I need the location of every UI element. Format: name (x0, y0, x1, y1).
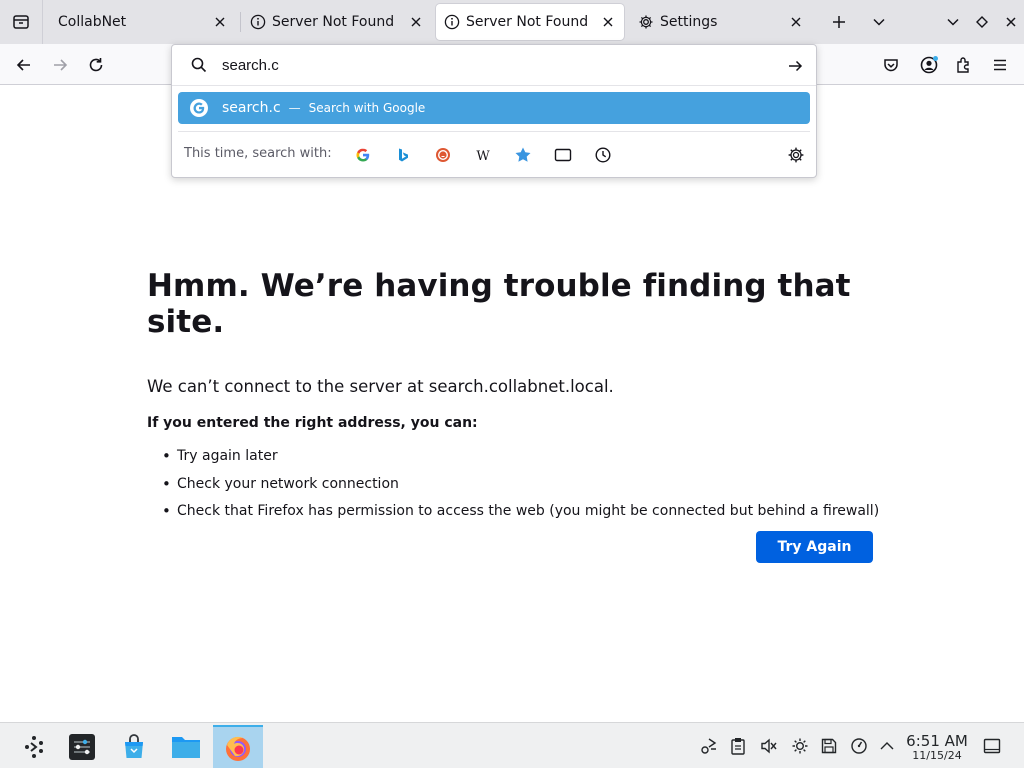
search-icon (191, 57, 207, 73)
list-item: Check your network connection (147, 475, 907, 504)
hamburger-menu-icon (994, 59, 1006, 71)
info-icon (250, 14, 266, 30)
duckduckgo-icon[interactable] (433, 145, 453, 165)
show-desktop-icon[interactable] (982, 736, 1002, 756)
volume-muted-icon[interactable] (759, 736, 779, 756)
list-all-tabs-button[interactable] (867, 10, 891, 34)
error-title: Hmm. We’re having trouble finding that s… (147, 268, 851, 340)
folder-icon (172, 737, 200, 758)
gear-icon (638, 14, 654, 30)
kde-connect-tray-icon[interactable] (699, 736, 719, 756)
tabs-icon[interactable] (553, 145, 573, 165)
pocket-button[interactable] (878, 52, 904, 78)
tab-server-not-found-active[interactable]: Server Not Found (436, 4, 624, 40)
app-menu-button[interactable] (987, 52, 1013, 78)
settings-app-icon (69, 734, 95, 760)
clipboard-icon[interactable] (728, 736, 748, 756)
file-manager-app[interactable] (161, 725, 211, 768)
svg-text:W: W (476, 149, 490, 162)
suggestion-action: Search with Google (308, 101, 426, 115)
error-subtitle: If you entered the right address, you ca… (147, 415, 478, 431)
clock-date[interactable]: 11/15/24 (904, 749, 970, 762)
account-icon (920, 56, 938, 74)
close-tab-icon[interactable] (600, 14, 616, 30)
info-icon (444, 14, 460, 30)
firefox-view-icon (13, 15, 29, 29)
clock-time[interactable]: 6:51 AM (904, 732, 970, 750)
diamond-icon (976, 16, 988, 28)
disk-icon[interactable] (819, 736, 839, 756)
close-tab-icon[interactable] (788, 14, 804, 30)
urlbar-input-row (172, 45, 816, 85)
arrow-right-icon (789, 60, 803, 72)
window-minimize-button[interactable] (941, 10, 965, 34)
bing-icon[interactable] (393, 145, 413, 165)
chevron-up-icon[interactable] (877, 736, 897, 756)
search-suggestion-row[interactable]: search.c — Search with Google (178, 92, 810, 124)
one-off-search-row: This time, search with: W (172, 137, 816, 173)
list-item: Try again later (147, 447, 907, 476)
error-suggestion-list: Try again later Check your network conne… (147, 447, 907, 531)
firefox-app[interactable] (213, 725, 263, 768)
one-off-label: This time, search with: (184, 146, 332, 161)
reload-icon (89, 58, 103, 72)
close-icon (1006, 17, 1016, 27)
error-description: We can’t connect to the server at search… (147, 377, 614, 396)
arrow-right-icon (54, 59, 68, 71)
window-close-button[interactable] (999, 10, 1023, 34)
list-item: Check that Firefox has permission to acc… (147, 502, 907, 531)
try-again-button[interactable]: Try Again (756, 531, 873, 563)
wikipedia-icon[interactable]: W (473, 145, 493, 165)
firefox-view-button[interactable] (0, 0, 42, 44)
launcher-icon (25, 736, 43, 758)
tab-title: Settings (660, 14, 718, 30)
tab-title: Server Not Found (466, 14, 589, 30)
puzzle-icon (957, 57, 969, 73)
tab-strip: CollabNet Server Not Found Server Not Fo… (0, 0, 1024, 44)
go-button[interactable] (784, 55, 806, 77)
tab-title: Server Not Found (272, 14, 395, 30)
close-tab-icon[interactable] (408, 14, 424, 30)
performance-gauge-icon[interactable] (849, 736, 869, 756)
account-button[interactable] (916, 52, 942, 78)
bookmarks-icon[interactable] (513, 145, 533, 165)
tab-collabnet[interactable]: CollabNet (46, 4, 236, 40)
url-input[interactable] (222, 53, 762, 77)
tab-separator (240, 12, 241, 32)
suggestion-text: search.c (222, 100, 281, 116)
forward-button[interactable] (47, 52, 73, 78)
tab-divider (42, 0, 43, 44)
google-icon[interactable] (353, 145, 373, 165)
chevron-down-icon (873, 18, 885, 26)
close-tab-icon[interactable] (212, 14, 228, 30)
pocket-icon (884, 59, 898, 72)
arrow-left-icon (16, 59, 30, 71)
reload-button[interactable] (83, 52, 109, 78)
window-maximize-button[interactable] (970, 10, 994, 34)
history-icon[interactable] (593, 145, 613, 165)
google-icon (190, 99, 208, 117)
brightness-icon[interactable] (790, 736, 810, 756)
tab-title: CollabNet (58, 14, 127, 30)
error-page-content: Hmm. We’re having trouble finding that s… (147, 268, 907, 531)
new-tab-button[interactable] (827, 10, 851, 34)
taskbar: 6:51 AM 11/15/24 (0, 722, 1024, 768)
chevron-down-icon (947, 18, 959, 26)
shopping-bag-icon (125, 734, 143, 758)
plus-icon (833, 16, 845, 28)
application-launcher-button[interactable] (9, 725, 59, 768)
tab-server-not-found-1[interactable]: Server Not Found (242, 4, 432, 40)
urlbar-popup: search.c — Search with Google This time,… (171, 44, 817, 178)
tab-settings[interactable]: Settings (630, 4, 820, 40)
divider (172, 85, 816, 86)
back-button[interactable] (11, 52, 37, 78)
extensions-button[interactable] (951, 52, 977, 78)
divider (178, 131, 810, 132)
system-settings-app[interactable] (57, 725, 107, 768)
suggestion-separator: — (288, 101, 301, 115)
search-settings-gear-icon[interactable] (786, 145, 806, 165)
firefox-icon (226, 736, 250, 761)
discover-app[interactable] (109, 725, 159, 768)
